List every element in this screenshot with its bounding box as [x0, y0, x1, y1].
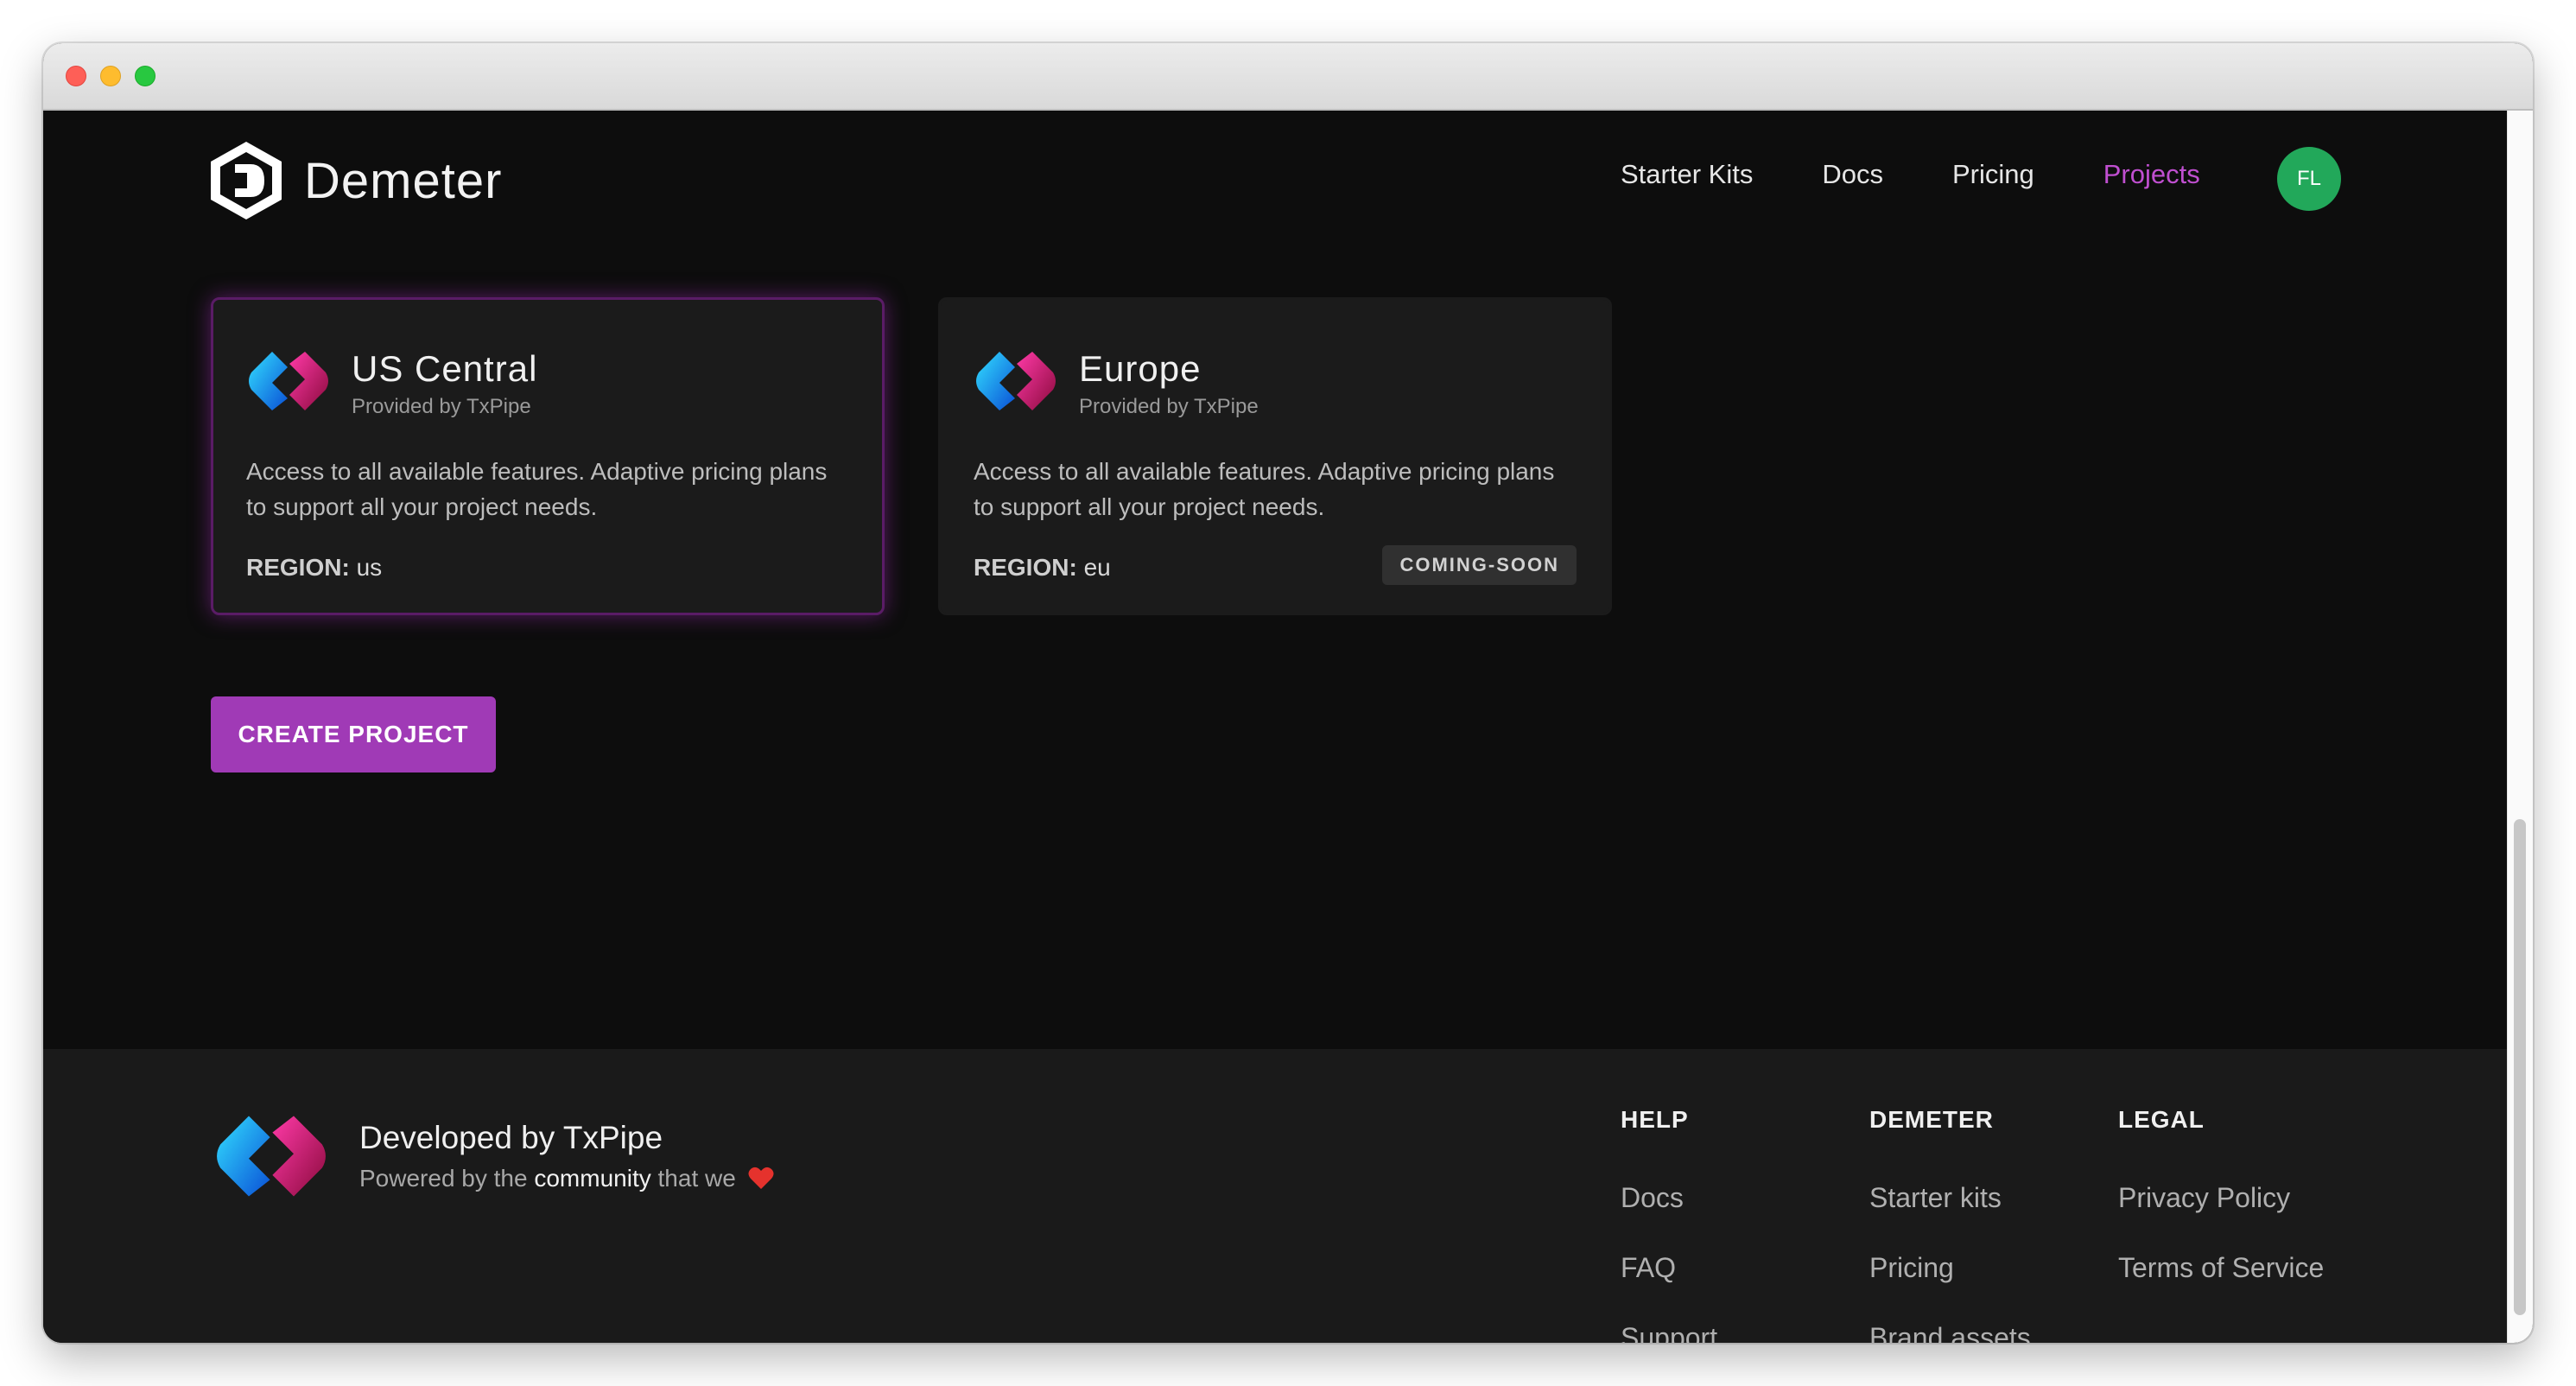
footer-link-support[interactable]: Support — [1621, 1322, 1717, 1343]
heart-icon — [748, 1167, 774, 1189]
txpipe-logo-icon — [249, 352, 328, 410]
region-card-us-central[interactable]: US Central Provided by TxPipe Access to … — [211, 297, 885, 615]
region-card-europe[interactable]: Europe Provided by TxPipe Access to all … — [938, 297, 1612, 615]
region-code-value: eu — [1083, 554, 1111, 581]
footer-heading-legal: LEGAL — [2118, 1106, 2205, 1133]
create-project-button[interactable]: CREATE PROJECT — [211, 696, 496, 772]
brand-name: Demeter — [304, 152, 503, 209]
region-code-value: us — [356, 554, 383, 581]
txpipe-logo-icon — [217, 1116, 326, 1197]
page-scrollbar[interactable] — [2507, 111, 2533, 1343]
footer-title: Developed by TxPipe — [359, 1120, 663, 1155]
footer-link-privacy-policy[interactable]: Privacy Policy — [2118, 1182, 2324, 1214]
scrollbar-thumb[interactable] — [2514, 819, 2526, 1315]
footer-link-starter-kits[interactable]: Starter kits — [1869, 1182, 2031, 1214]
footer-link-faq[interactable]: FAQ — [1621, 1252, 1717, 1284]
region-provider: Provided by TxPipe — [1079, 395, 1259, 418]
footer-column-help: HELP Docs FAQ Support — [1621, 1106, 1717, 1343]
txpipe-logo-icon — [976, 352, 1056, 410]
close-window-button[interactable] — [66, 66, 86, 86]
nav-pricing[interactable]: Pricing — [1952, 159, 2034, 190]
footer-link-terms-of-service[interactable]: Terms of Service — [2118, 1252, 2324, 1284]
footer-column-demeter: DEMETER Starter kits Pricing Brand asset… — [1869, 1106, 2031, 1343]
coming-soon-badge: COMING-SOON — [1382, 545, 1577, 585]
region-code: REGION: eu — [974, 554, 1111, 582]
region-title: US Central — [352, 348, 538, 389]
nav-starter-kits[interactable]: Starter Kits — [1621, 159, 1753, 190]
footer-subtitle-prefix: Powered by the — [359, 1165, 528, 1192]
footer-heading-demeter: DEMETER — [1869, 1106, 1994, 1133]
region-description: Access to all available features. Adapti… — [246, 458, 828, 520]
page-viewport: Demeter Starter Kits Docs Pricing Projec… — [43, 111, 2507, 1343]
footer-subtitle-suffix: that we — [657, 1165, 736, 1192]
window-titlebar — [43, 43, 2533, 111]
nav-docs[interactable]: Docs — [1822, 159, 1883, 190]
footer-subtitle: Powered by the community that we — [359, 1165, 774, 1192]
browser-window: Demeter Starter Kits Docs Pricing Projec… — [43, 43, 2533, 1343]
footer-link-pricing[interactable]: Pricing — [1869, 1252, 2031, 1284]
minimize-window-button[interactable] — [100, 66, 121, 86]
maximize-window-button[interactable] — [135, 66, 155, 86]
user-avatar[interactable]: FL — [2277, 147, 2341, 211]
footer-link-brand-assets[interactable]: Brand assets — [1869, 1322, 2031, 1343]
site-footer: Developed by TxPipe Powered by the commu… — [43, 1049, 2507, 1343]
main-nav: Starter Kits Docs Pricing Projects — [1621, 159, 2269, 190]
footer-column-legal: LEGAL Privacy Policy Terms of Service — [2118, 1106, 2324, 1284]
community-link[interactable]: community — [534, 1165, 650, 1192]
footer-link-docs[interactable]: Docs — [1621, 1182, 1717, 1214]
region-code-label: REGION: — [974, 554, 1077, 581]
footer-heading-help: HELP — [1621, 1106, 1689, 1133]
region-code-label: REGION: — [246, 554, 350, 581]
nav-projects[interactable]: Projects — [2103, 159, 2200, 190]
demeter-logo-icon — [211, 142, 282, 219]
region-code: REGION: us — [246, 554, 382, 582]
region-description: Access to all available features. Adapti… — [974, 458, 1555, 520]
region-provider: Provided by TxPipe — [352, 395, 531, 418]
brand-logo-link[interactable]: Demeter — [209, 140, 502, 221]
region-title: Europe — [1079, 348, 1202, 389]
